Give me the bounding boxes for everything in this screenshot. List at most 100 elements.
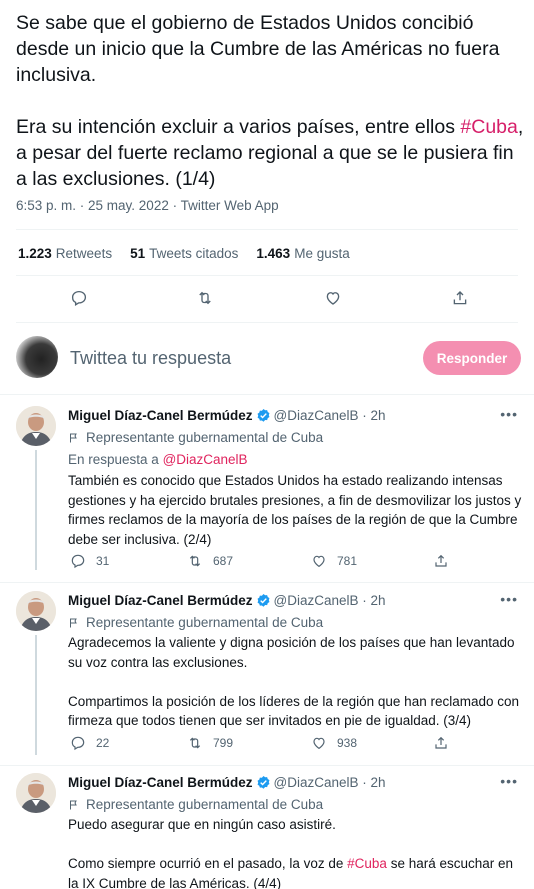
- quotes-label: Tweets citados: [149, 246, 239, 261]
- tweet-text: Agradecemos la valiente y digna posición…: [68, 633, 524, 731]
- reply-action[interactable]: 31: [70, 553, 109, 569]
- tweet-time[interactable]: · 2h: [362, 775, 385, 790]
- like-icon[interactable]: [321, 286, 345, 310]
- thread-line: [35, 450, 37, 570]
- government-label[interactable]: Representante gubernamental de Cuba: [68, 797, 323, 812]
- avatar[interactable]: [16, 591, 56, 631]
- tweet-paragraph: Compartimos la posición de los líderes d…: [68, 693, 520, 729]
- retweet-action[interactable]: 687: [187, 553, 233, 569]
- retweets-stat[interactable]: 1.223 Retweets: [18, 246, 112, 261]
- tweet-header: Miguel Díaz-Canel Bermúdez @DiazCanelB ·…: [68, 408, 386, 423]
- flag-icon: [70, 618, 77, 627]
- flag-icon: [70, 800, 77, 809]
- flag-icon: [70, 433, 77, 442]
- like-count: 938: [337, 736, 358, 750]
- tweet-timestamp[interactable]: 6:53 p. m. · 25 may. 2022 · Twitter Web …: [16, 198, 279, 213]
- retweet-icon: [189, 737, 201, 749]
- reply-composer: Twittea tu respuesta Responder: [0, 328, 534, 390]
- main-tweet-paragraph-1: Se sabe que el gobierno de Estados Unido…: [16, 12, 500, 86]
- divider: [16, 322, 518, 323]
- label-text: Representante gubernamental de Cuba: [86, 430, 324, 445]
- reply-tweet[interactable]: Miguel Díaz-Canel Bermúdez @DiazCanelB ·…: [0, 591, 534, 761]
- hashtag-link[interactable]: #Cuba: [347, 856, 387, 871]
- divider: [16, 275, 518, 276]
- main-tweet-text-part: Era su intención excluir a varios países…: [16, 116, 461, 138]
- retweet-count: 687: [213, 554, 234, 568]
- retweets-count: 1.223: [18, 246, 52, 261]
- verified-badge-icon: [257, 775, 269, 789]
- reply-count: 31: [96, 554, 110, 568]
- tweet-time[interactable]: · 2h: [362, 408, 385, 423]
- avatar[interactable]: [16, 406, 56, 446]
- tweet-stats: 1.223 Retweets 51 Tweets citados 1.463 Me g…: [18, 246, 368, 261]
- tweet-paragraph: Agradecemos la valiente y digna posición…: [68, 635, 515, 670]
- author-handle[interactable]: @DiazCanelB: [274, 408, 359, 423]
- likes-stat[interactable]: 1.463 Me gusta: [256, 246, 349, 261]
- reply-tweet[interactable]: Miguel Díaz-Canel Bermúdez @DiazCanelB ·…: [0, 773, 534, 889]
- reply-count: 22: [96, 736, 110, 750]
- reply-icon: [71, 554, 85, 569]
- author-handle[interactable]: @DiazCanelB: [274, 775, 359, 790]
- reply-button[interactable]: Responder: [423, 341, 521, 375]
- likes-label: Me gusta: [294, 246, 350, 261]
- government-label[interactable]: Representante gubernamental de Cuba: [68, 430, 323, 445]
- author-name[interactable]: Miguel Díaz-Canel Bermúdez: [68, 775, 253, 790]
- hashtag-link[interactable]: #Cuba: [460, 116, 517, 138]
- like-icon: [313, 555, 325, 568]
- tweet-header: Miguel Díaz-Canel Bermúdez @DiazCanelB ·…: [68, 593, 386, 608]
- share-icon[interactable]: [448, 286, 472, 310]
- quotes-stat[interactable]: 51 Tweets citados: [130, 246, 238, 261]
- divider: [0, 394, 534, 395]
- like-action[interactable]: 781: [311, 553, 357, 569]
- divider: [0, 582, 534, 583]
- reply-icon[interactable]: [67, 286, 91, 310]
- retweets-label: Retweets: [55, 246, 113, 261]
- reply-input[interactable]: Twittea tu respuesta: [70, 348, 231, 369]
- main-tweet-actions: [0, 286, 534, 310]
- tweet-time[interactable]: · 2h: [362, 593, 385, 608]
- verified-badge-icon: [257, 408, 269, 422]
- retweet-icon[interactable]: [193, 286, 217, 310]
- retweet-count: 799: [213, 736, 234, 750]
- main-tweet-paragraph-2: Era su intención excluir a varios países…: [16, 114, 526, 192]
- like-action[interactable]: 938: [311, 735, 357, 751]
- main-tweet-text: Se sabe que el gobierno de Estados Unido…: [16, 10, 526, 192]
- in-reply-to: En respuesta a @DiazCanelB: [68, 450, 524, 470]
- label-text: Representante gubernamental de Cuba: [86, 797, 324, 812]
- author-handle[interactable]: @DiazCanelB: [274, 593, 359, 608]
- tweet-text-part: Como siempre ocurrió en el pasado, la vo…: [68, 856, 348, 871]
- more-options-icon[interactable]: •••: [500, 591, 518, 607]
- tweet-text: Puedo asegurar que en ningún caso asisti…: [68, 815, 524, 889]
- author-name[interactable]: Miguel Díaz-Canel Bermúdez: [68, 593, 253, 608]
- tweet-paragraph: Como siempre ocurrió en el pasado, la vo…: [68, 854, 524, 889]
- government-label[interactable]: Representante gubernamental de Cuba: [68, 615, 323, 630]
- likes-count: 1.463: [256, 246, 291, 261]
- label-text: Representante gubernamental de Cuba: [86, 615, 324, 630]
- verified-badge-icon: [257, 593, 269, 607]
- tweet-header: Miguel Díaz-Canel Bermúdez @DiazCanelB ·…: [68, 775, 386, 790]
- tweet-paragraph: Puedo asegurar que en ningún caso asisti…: [68, 817, 336, 832]
- like-count: 781: [337, 554, 358, 568]
- in-reply-prefix: En respuesta a: [68, 452, 163, 467]
- share-action[interactable]: [433, 735, 459, 751]
- tweet-actions: 22 799 938: [0, 735, 534, 755]
- quotes-count: 51: [130, 246, 146, 261]
- like-icon: [313, 737, 325, 750]
- share-icon: [435, 554, 447, 567]
- avatar[interactable]: [16, 773, 56, 813]
- reply-icon: [71, 736, 85, 751]
- more-options-icon[interactable]: •••: [500, 406, 518, 422]
- divider: [16, 229, 518, 230]
- retweet-icon: [189, 555, 201, 567]
- tweet-text: También es conocido que Estados Unidos h…: [68, 473, 522, 547]
- retweet-action[interactable]: 799: [187, 735, 233, 751]
- reply-tweet[interactable]: Miguel Díaz-Canel Bermúdez @DiazCanelB ·…: [0, 406, 534, 576]
- avatar[interactable]: [16, 336, 58, 378]
- reply-action[interactable]: 22: [70, 735, 109, 751]
- share-action[interactable]: [433, 553, 459, 569]
- share-icon: [435, 736, 447, 749]
- divider: [0, 765, 534, 766]
- author-name[interactable]: Miguel Díaz-Canel Bermúdez: [68, 408, 253, 423]
- mention-link[interactable]: @DiazCanelB: [163, 452, 248, 467]
- more-options-icon[interactable]: •••: [500, 773, 518, 789]
